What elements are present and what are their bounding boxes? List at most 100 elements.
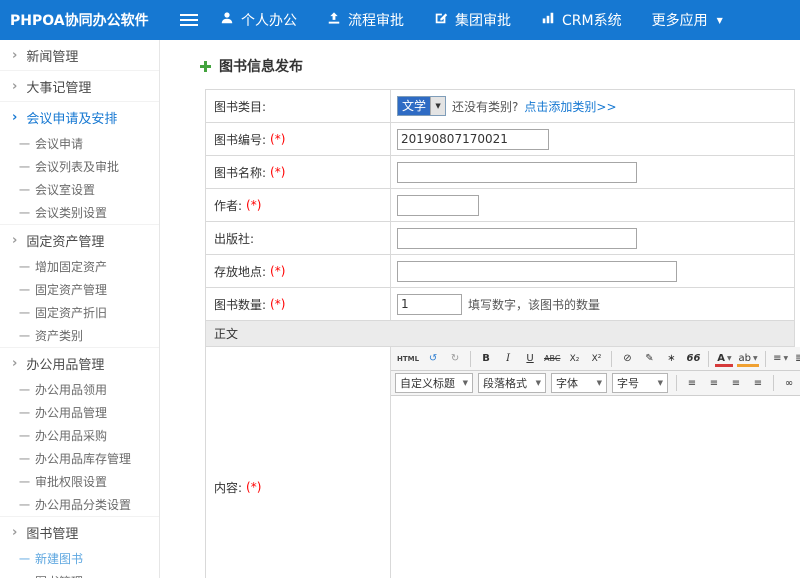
sidebar-item-supplies-classify[interactable]: 一 办公用品分类设置 [0,493,159,516]
redo-icon[interactable]: ↻ [445,349,465,368]
font-color-button[interactable]: A [714,349,734,368]
author-label-cell: 作者: (*) [206,189,391,221]
author-input[interactable] [397,195,479,216]
nav-label: 流程审批 [348,10,404,30]
underline-button[interactable]: U [520,349,540,368]
sidebar-item-supplies-manage[interactable]: 一 办公用品管理 [0,401,159,424]
dash-icon: 一 [19,405,30,421]
sidebar-item-meeting-mgmt[interactable]: › 会议申请及安排 [0,102,159,132]
link-icon[interactable]: ∞ [779,374,799,393]
quantity-hint: 填写数字，该图书的数量 [468,296,600,313]
page-header: 图书信息发布 [200,56,800,76]
location-input[interactable] [397,261,677,282]
book-name-field-cell [391,156,794,188]
sidebar-item-asset-add[interactable]: 一 增加固定资产 [0,255,159,278]
align-left-icon[interactable]: ≡ [682,374,702,393]
dropdown-label: 字体 [556,375,578,391]
sidebar-item-supplies-inventory[interactable]: 一 办公用品库存管理 [0,447,159,470]
publisher-input[interactable] [397,228,637,249]
author-field-cell [391,189,794,221]
align-justify-icon[interactable]: ≡ [748,374,768,393]
nav-process-approval[interactable]: 流程审批 [327,10,404,30]
html-source-button[interactable]: HTML [395,349,421,368]
sidebar-item-meeting-category[interactable]: 一 会议类别设置 [0,201,159,224]
sidebar-item-meeting-room[interactable]: 一 会议室设置 [0,178,159,201]
required-mark: (*) [270,264,285,278]
toolbar-separator [676,375,677,391]
sidebar-item-news-mgmt[interactable]: › 新闻管理 [0,40,159,70]
required-mark: (*) [270,297,285,311]
bold-button[interactable]: B [476,349,496,368]
dash-icon: 一 [19,382,30,398]
sidebar-item-assets-mgmt[interactable]: › 固定资产管理 [0,225,159,255]
book-name-input[interactable] [397,162,637,183]
sidebar-item-meeting-list[interactable]: 一 会议列表及审批 [0,155,159,178]
sidebar-item-supplies-approval-perm[interactable]: 一 审批权限设置 [0,470,159,493]
sidebar-item-events-mgmt[interactable]: › 大事记管理 [0,71,159,101]
format-brush-icon[interactable]: ✎ [639,349,659,368]
sidebar-item-asset-manage[interactable]: 一 固定资产管理 [0,278,159,301]
dash-icon: 一 [19,451,30,467]
location-label-cell: 存放地点: (*) [206,255,391,287]
sidebar-item-label: 新闻管理 [26,46,78,65]
sidebar-child-label: 图书管理 [35,573,83,578]
nav-crm-system[interactable]: CRM系统 [541,10,622,30]
dash-icon: 一 [19,305,30,321]
quantity-input[interactable] [397,294,462,315]
strikethrough-button[interactable]: ABC [542,349,562,368]
undo-icon[interactable]: ↺ [423,349,443,368]
sidebar-item-supplies-purchase[interactable]: 一 办公用品采购 [0,424,159,447]
nav-group-approval[interactable]: 集团审批 [434,10,511,30]
font-family-select[interactable]: 字体 ▼ [551,373,607,393]
chevron-right-icon: › [12,49,17,62]
category-label-cell: 图书类目: [206,90,391,122]
sidebar-group-books: › 图书管理 一 新建图书 一 图书管理 [0,516,159,578]
superscript-button[interactable]: X² [586,349,606,368]
sidebar-item-asset-category[interactable]: 一 资产类别 [0,324,159,347]
sidebar-item-meeting-apply[interactable]: 一 会议申请 [0,132,159,155]
unordered-list-icon[interactable]: ≡ [771,349,791,368]
sidebar-item-book-manage[interactable]: 一 图书管理 [0,570,159,578]
ordered-list-icon[interactable]: ≣ [793,349,800,368]
italic-button[interactable]: I [498,349,518,368]
paragraph-format-select[interactable]: 段落格式 ▼ [478,373,546,393]
nav-more-apps[interactable]: 更多应用 ▼ [652,10,723,30]
nav-label: CRM系统 [562,10,622,30]
field-label: 存放地点: [214,263,266,280]
sidebar-item-asset-depreciation[interactable]: 一 固定资产折旧 [0,301,159,324]
category-select[interactable]: 文学 ▼ [397,96,446,116]
sidebar-item-supplies-mgmt[interactable]: › 办公用品管理 [0,348,159,378]
clean-icon[interactable]: ∗ [661,349,681,368]
field-label: 图书编号: [214,131,266,148]
main-content: 图书信息发布 图书类目: 文学 ▼ 还没有类别? 点击添加类别>> 图书编号: … [160,40,800,578]
section-header-body: 正文 [206,321,794,347]
section-title: 正文 [214,325,238,342]
nav-personal-office[interactable]: 个人办公 [220,10,297,30]
remove-format-icon[interactable]: ⊘ [617,349,637,368]
dash-icon: 一 [19,259,30,275]
select-arrow-icon: ▼ [430,97,445,115]
sidebar-item-book-new[interactable]: 一 新建图书 [0,547,159,570]
form-row-quantity: 图书数量: (*) 填写数字，该图书的数量 [206,288,794,321]
sidebar-item-book-mgmt[interactable]: › 图书管理 [0,517,159,547]
publisher-label-cell: 出版社: [206,222,391,254]
subscript-button[interactable]: X₂ [564,349,584,368]
add-category-link[interactable]: 点击添加类别>> [524,98,616,115]
dash-icon: 一 [19,159,30,175]
sidebar-item-supplies-claim[interactable]: 一 办公用品领用 [0,378,159,401]
align-center-icon[interactable]: ≡ [704,374,724,393]
highlight-color-button[interactable]: ab [736,349,759,368]
field-label: 内容: [214,479,242,496]
blockquote-icon[interactable]: 66 [683,349,703,368]
font-size-select[interactable]: 字号 ▼ [612,373,668,393]
align-right-icon[interactable]: ≡ [726,374,746,393]
editor-content-area[interactable] [391,396,800,578]
app-logo: PHPOA协同办公软件 [0,10,162,30]
sidebar-group-supplies: › 办公用品管理 一 办公用品领用 一 办公用品管理 一 办公用品采购 一 办公… [0,347,159,516]
custom-title-select[interactable]: 自定义标题 ▼ [395,373,473,393]
nav-label: 集团审批 [455,10,511,30]
book-no-input[interactable] [397,129,549,150]
caret-down-icon: ▼ [597,379,602,387]
form-row-content: 内容: (*) HTML ↺ ↻ B I U ABC X₂ X² ⊘ ✎ [206,347,794,578]
menu-toggle-icon[interactable] [180,14,198,26]
